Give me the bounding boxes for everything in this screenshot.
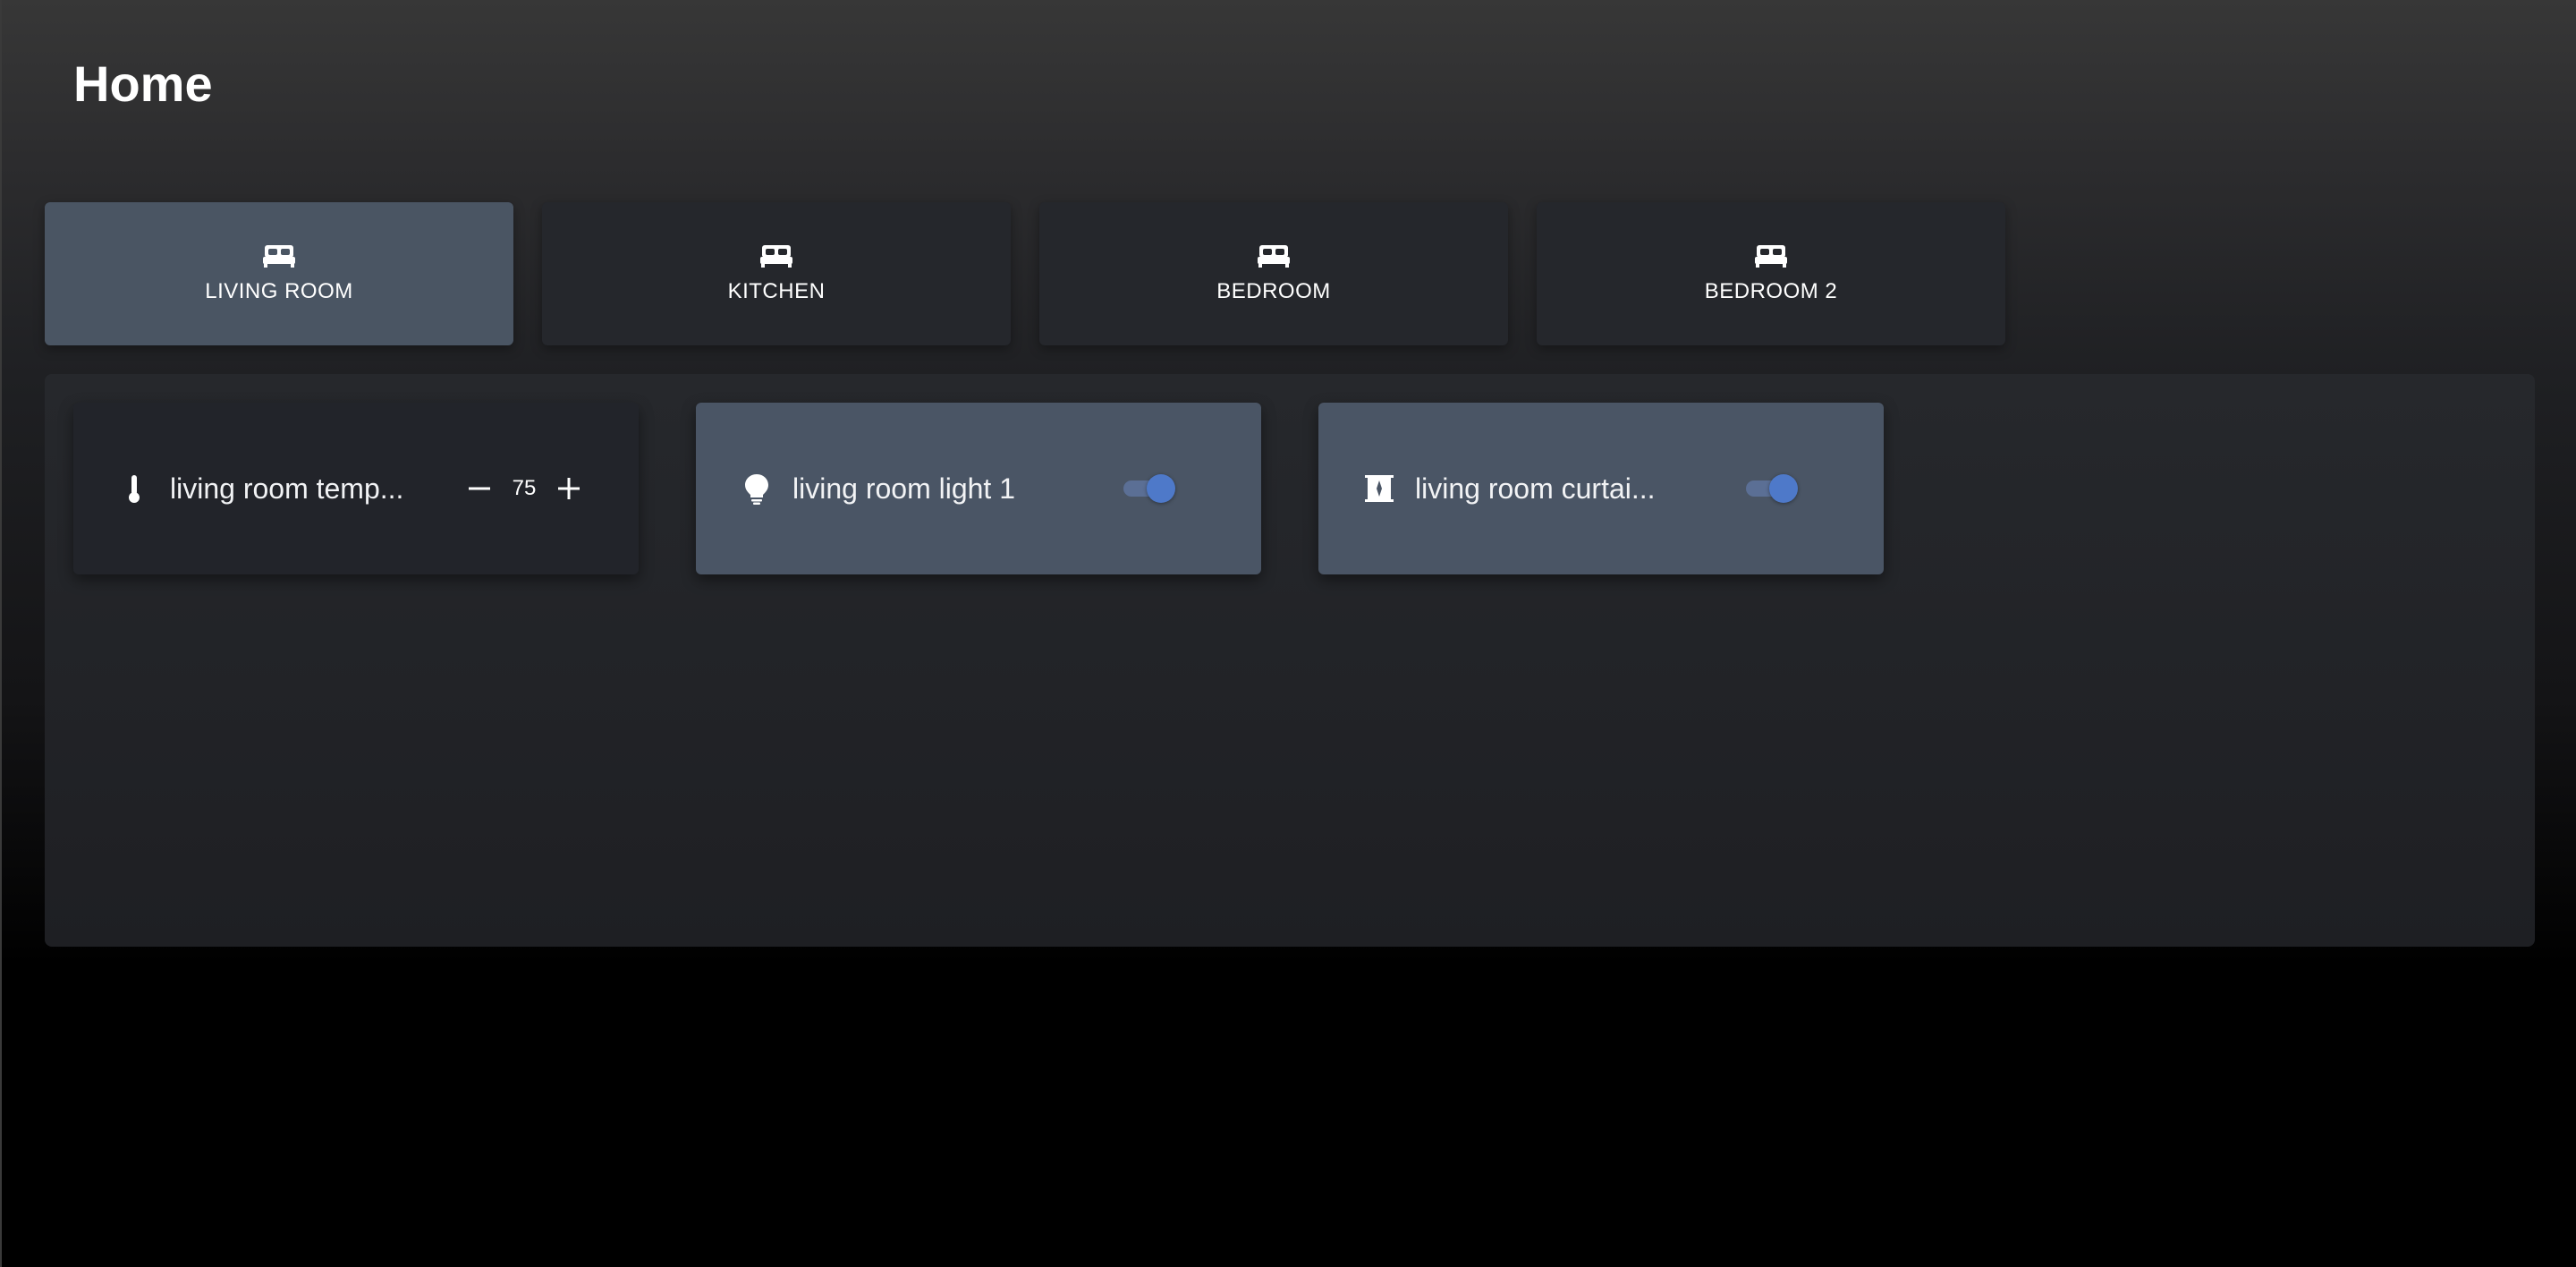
page-title: Home — [73, 55, 213, 112]
thermostat-card[interactable]: living room temp... 75 — [73, 403, 639, 574]
tab-living-room[interactable]: LIVING ROOM — [45, 202, 513, 345]
tab-label: LIVING ROOM — [205, 279, 353, 303]
tab-kitchen[interactable]: KITCHEN — [542, 202, 1011, 345]
curtain-card[interactable]: living room curtai... — [1318, 403, 1884, 574]
thermometer-icon — [129, 475, 140, 503]
toggle-knob — [1769, 474, 1798, 503]
lightbulb-icon — [745, 474, 768, 505]
bed-icon — [263, 245, 295, 268]
bed-icon — [760, 245, 792, 268]
curtain-icon — [1365, 475, 1394, 502]
device-panel: living room temp... 75 living room light… — [45, 374, 2535, 947]
bed-icon — [1755, 245, 1787, 268]
tab-label: KITCHEN — [727, 279, 826, 303]
temperature-value: 75 — [512, 476, 537, 500]
temperature-stepper: 75 — [458, 467, 590, 510]
decrement-button[interactable] — [458, 467, 501, 510]
device-name: living room temp... — [170, 472, 404, 505]
tab-bedroom[interactable]: BEDROOM — [1039, 202, 1508, 345]
plus-icon — [558, 478, 580, 499]
tab-bedroom-2[interactable]: BEDROOM 2 — [1537, 202, 2005, 345]
room-tabs: LIVING ROOM KITCHEN BEDROOM BEDROOM 2 — [45, 202, 2005, 345]
increment-button[interactable] — [547, 467, 590, 510]
device-name: living room curtai... — [1415, 472, 1656, 505]
tab-label: BEDROOM 2 — [1704, 279, 1838, 303]
minus-icon — [469, 487, 490, 490]
device-name: living room light 1 — [792, 472, 1015, 505]
curtain-toggle[interactable] — [1744, 474, 1798, 503]
app-window: Home LIVING ROOM KITCHEN BEDROOM BEDROOM… — [0, 0, 2576, 1267]
device-card-list: living room temp... 75 living room light… — [73, 403, 1884, 574]
light-toggle[interactable] — [1122, 474, 1175, 503]
toggle-knob — [1147, 474, 1175, 503]
tab-label: BEDROOM — [1216, 279, 1331, 303]
bed-icon — [1258, 245, 1290, 268]
light-card[interactable]: living room light 1 — [696, 403, 1261, 574]
